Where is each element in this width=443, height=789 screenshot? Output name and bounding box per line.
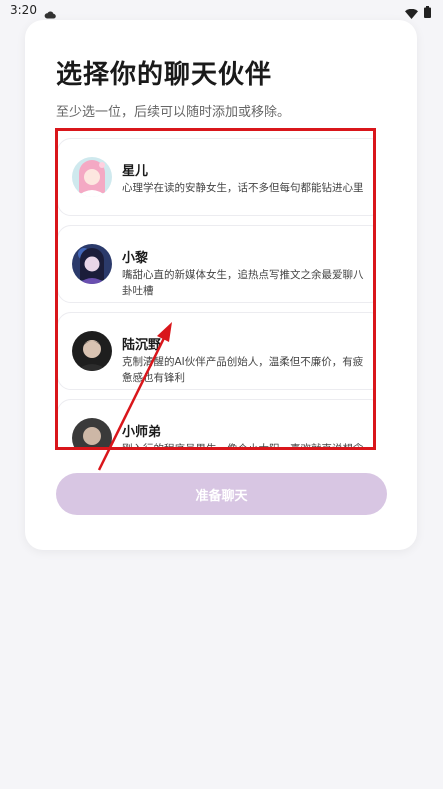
companion-description: 心理学在读的安静女生，话不多但每句都能钻进心里 [122,182,364,194]
young-man-avatar [72,418,112,447]
wifi-icon [405,4,418,23]
companion-card-xiaoli[interactable]: 小黎 嘴甜心直的新媒体女生，追热点写推文之余最爱聊八卦吐槽 [58,225,373,303]
companion-name: 小师弟 [122,425,162,440]
status-bar: 3:20 [0,0,443,20]
companion-description: 嘴甜心直的新媒体女生，追热点写推文之余最爱聊八卦吐槽 [122,269,364,297]
status-time: 3:20 [10,3,37,17]
companion-card-xinger[interactable]: 星儿 心理学在读的安静女生，话不多但每句都能钻进心里 [58,138,373,216]
man-portrait-avatar [72,331,112,371]
pink-hair-girl-avatar [72,157,112,197]
companion-description: 克制清醒的AI伙伴产品创始人，温柔但不廉价，有疲惫感也有锋利 [122,356,364,384]
companion-card-xiaoshidi[interactable]: 小师弟 刚入行的程序员男生，像个小太阳，喜欢就直说想念就行动 [58,399,373,450]
page-subtitle: 至少选一位，后续可以随时添加或移除。 [56,105,291,120]
companion-card-luchenye[interactable]: 陆沉野 克制清醒的AI伙伴产品创始人，温柔但不廉价，有疲惫感也有锋利 [58,312,373,390]
companion-list[interactable]: 星儿 心理学在读的安静女生，话不多但每句都能钻进心里 小黎 嘴甜心直的新媒体女生… [55,128,376,450]
ready-to-chat-button[interactable]: 准备聊天 [56,473,387,515]
companion-name: 陆沉野 [122,338,162,353]
companion-description: 刚入行的程序员男生，像个小太阳，喜欢就直说想念就行动 [122,443,364,450]
page-title: 选择你的聊天伙伴 [56,60,273,90]
dark-hair-girl-avatar [72,244,112,284]
companion-name: 星儿 [122,164,149,179]
companion-name: 小黎 [122,251,149,266]
battery-icon [424,3,431,22]
